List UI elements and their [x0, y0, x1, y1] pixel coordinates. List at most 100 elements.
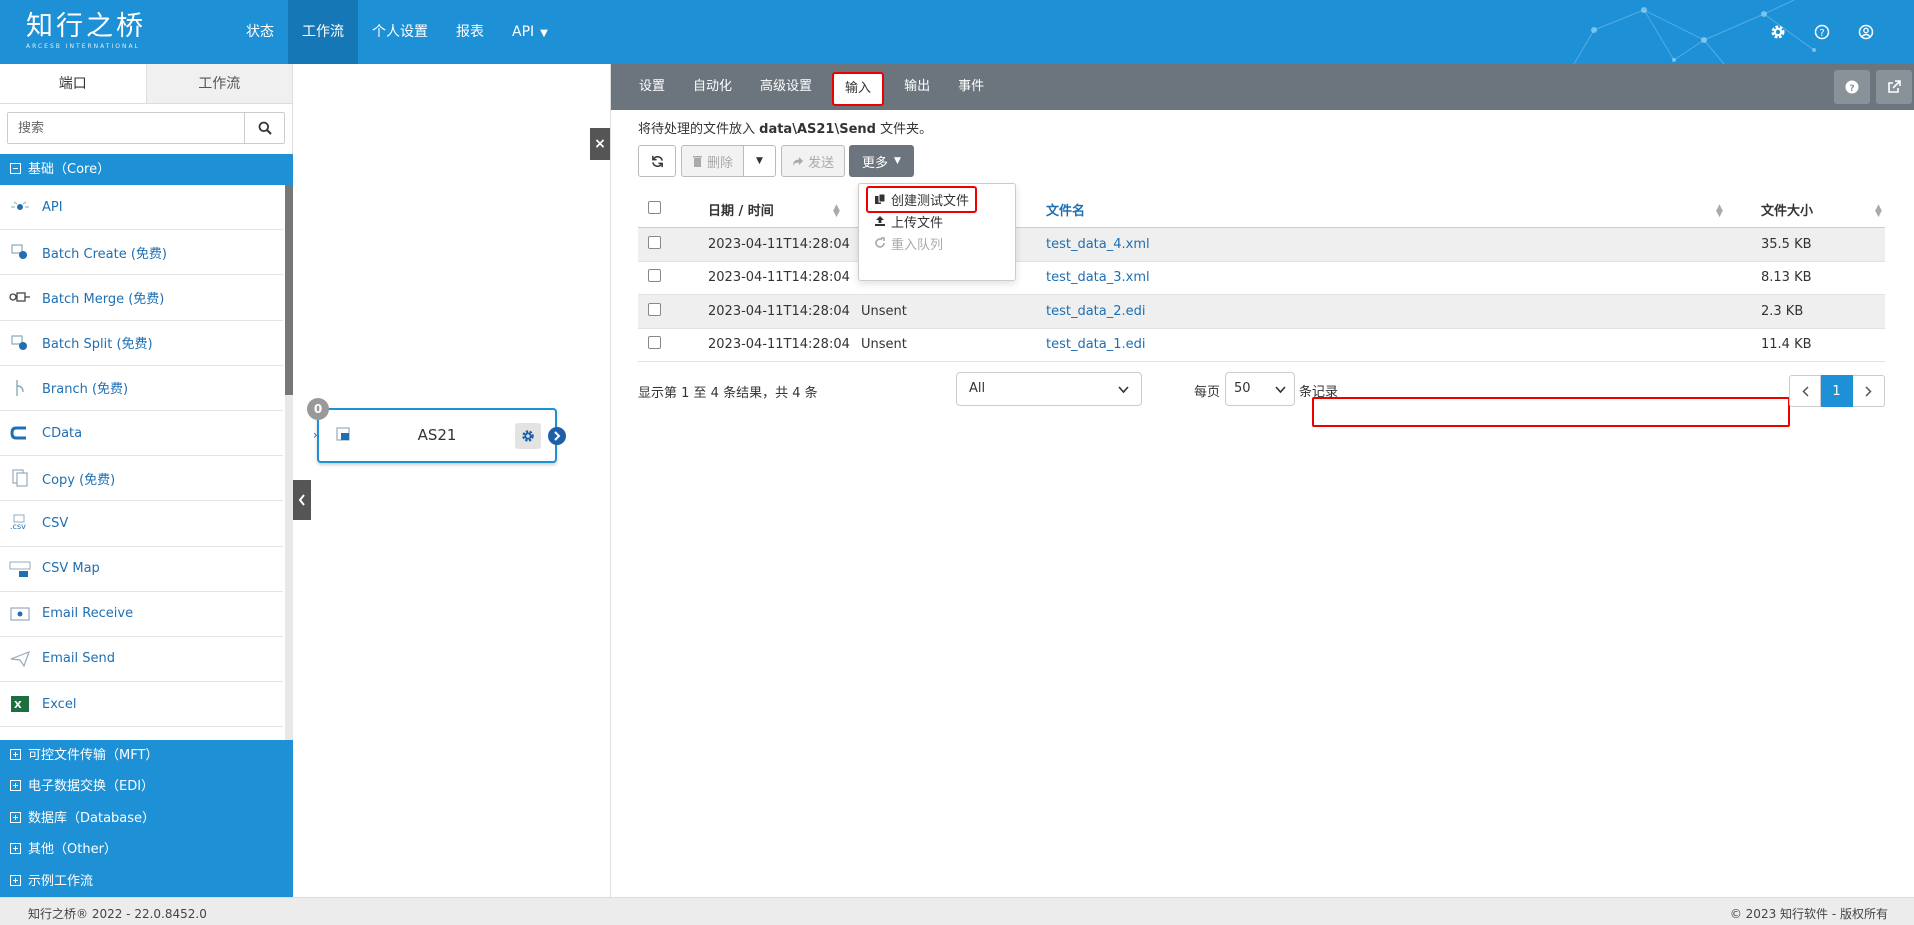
chevron-down-icon [1275, 386, 1286, 394]
svg-text:X: X [14, 700, 22, 711]
hint-path: data\AS21\Send [759, 122, 876, 137]
port-item-csv-map[interactable]: CSV Map [0, 547, 283, 592]
group-edi[interactable]: 电子数据交换（EDI） [0, 771, 293, 802]
expand-icon [10, 749, 21, 760]
tab-ports[interactable]: 端口 [0, 64, 147, 103]
port-item-branch[interactable]: Branch (免费) [0, 366, 283, 411]
tab-workflows[interactable]: 工作流 [146, 64, 292, 103]
node-settings-button[interactable] [515, 423, 541, 449]
row-filename-link[interactable]: test_data_4.xml [1046, 237, 1761, 252]
send-button[interactable]: 发送 [781, 145, 846, 177]
group-samples[interactable]: 示例工作流 [0, 866, 293, 897]
row-size: 2.3 KB [1761, 303, 1804, 319]
table-row[interactable]: 2023-04-11T14:28:04 Unsent test_data_3.x… [638, 262, 1885, 295]
table-row[interactable]: 2023-04-11T14:28:04 Unsent test_data_4.x… [638, 228, 1885, 262]
left-tabs: 端口 工作流 [0, 64, 292, 104]
header-filename[interactable]: 文件名 [1046, 200, 1761, 219]
nav-workflow[interactable]: 工作流 [288, 0, 358, 64]
close-settings-button[interactable]: × [590, 128, 610, 160]
port-item-copy[interactable]: Copy (免费) [0, 456, 283, 502]
port-item-batch-create[interactable]: Batch Create (免费) [0, 230, 283, 276]
batch-create-icon [8, 240, 32, 264]
help-icon: ? [1845, 80, 1859, 94]
nav-status[interactable]: 状态 [232, 0, 288, 64]
branch-icon [8, 376, 32, 400]
svg-text:?: ? [1819, 28, 1824, 39]
row-checkbox[interactable] [648, 336, 661, 350]
select-all-checkbox[interactable] [648, 201, 661, 214]
search-input[interactable] [8, 113, 244, 143]
tab-output[interactable]: 输出 [890, 64, 944, 110]
row-checkbox[interactable] [648, 269, 661, 283]
delete-button[interactable]: 删除 [681, 145, 745, 177]
delete-options-button[interactable]: ▼ [744, 145, 777, 177]
settings-tabs: 设置 自动化 高级设置 输入 输出 事件 ? [611, 64, 1914, 110]
menu-upload-file[interactable]: 上传文件 [859, 210, 1015, 232]
chevron-left-icon [1801, 385, 1809, 397]
status-filter-select[interactable]: All [956, 372, 1142, 406]
tab-input-label: 输入 [832, 72, 885, 106]
group-label: 其他（Other） [28, 842, 117, 858]
tab-advanced[interactable]: 高级设置 [746, 64, 826, 110]
row-checkbox[interactable] [648, 302, 661, 316]
menu-create-test-file[interactable]: 创建测试文件 [859, 185, 1015, 213]
brand-logo[interactable]: 知行之桥 ARCESB INTERNATIONAL [26, 12, 146, 51]
node-output-connector[interactable] [548, 427, 566, 445]
nav-reports[interactable]: 报表 [442, 0, 498, 64]
port-item-email-receive[interactable]: Email Receive [0, 592, 283, 637]
collapse-panel-button[interactable] [293, 480, 311, 520]
port-item-batch-split[interactable]: Batch Split (免费) [0, 321, 283, 366]
tab-automation[interactable]: 自动化 [679, 64, 746, 110]
prev-page-button[interactable] [1789, 375, 1821, 407]
copy-icon [8, 466, 32, 490]
next-page-button[interactable] [1853, 375, 1885, 407]
workflow-canvas[interactable]: × 0 › AS21 [293, 64, 611, 897]
tab-input[interactable]: 输入 [826, 64, 890, 110]
settings-panel: 设置 自动化 高级设置 输入 输出 事件 ? 将待处理的文件放入 data\AS… [611, 64, 1914, 897]
refresh-button[interactable] [638, 145, 676, 177]
port-item-excel[interactable]: X Excel [0, 682, 283, 728]
user-icon[interactable] [1854, 20, 1878, 44]
port-item-api[interactable]: API [0, 185, 283, 231]
scrollbar-thumb[interactable] [285, 185, 293, 395]
row-size: 8.13 KB [1761, 270, 1812, 286]
menu-requeue[interactable]: 重入队列 [859, 232, 1015, 254]
nav-profile[interactable]: 个人设置 [358, 0, 442, 64]
port-item-email-send[interactable]: Email Send [0, 637, 283, 683]
row-status: Unsent [861, 303, 907, 319]
row-filename-link[interactable]: test_data_1.edi [1046, 337, 1761, 352]
row-filename-link[interactable]: test_data_3.xml [1046, 270, 1761, 285]
gear-icon[interactable] [1766, 20, 1790, 44]
port-item-cdata[interactable]: CData [0, 411, 283, 457]
tab-events[interactable]: 事件 [944, 64, 998, 110]
group-database[interactable]: 数据库（Database） [0, 803, 293, 834]
file-toolbar: 删除 ▼ 发送 更多 ▼ [638, 145, 914, 177]
table-row[interactable]: 2023-04-11T14:28:04 Unsent test_data_2.e… [638, 295, 1885, 329]
api-icon [8, 195, 32, 219]
group-core[interactable]: 基础（Core） [0, 154, 293, 185]
nav-api[interactable]: API ▼ [498, 0, 562, 64]
port-list-scrollbar[interactable] [285, 185, 293, 740]
help-icon[interactable]: ? [1810, 20, 1834, 44]
port-item-batch-merge[interactable]: Batch Merge (免费) [0, 275, 283, 321]
row-filename-link[interactable]: test_data_2.edi [1046, 304, 1761, 319]
menu-label: 重入队列 [891, 237, 944, 253]
header-filesize[interactable]: 文件大小 [1761, 200, 1885, 219]
group-other[interactable]: 其他（Other） [0, 834, 293, 865]
group-mft[interactable]: 可控文件传输（MFT） [0, 740, 293, 771]
tab-settings[interactable]: 设置 [625, 64, 679, 110]
page-button-current[interactable]: 1 [1821, 375, 1853, 407]
more-button[interactable]: 更多 ▼ [849, 145, 914, 177]
search-button[interactable] [244, 113, 284, 143]
per-page-select[interactable]: 50 [1225, 372, 1295, 406]
row-checkbox[interactable] [648, 235, 661, 249]
trash-icon [693, 156, 702, 167]
as2-connector-node[interactable]: 0 › AS21 [307, 398, 566, 463]
table-row[interactable]: 2023-04-11T14:28:04 Unsent test_data_1.e… [638, 329, 1885, 362]
port-label: Excel [42, 696, 77, 712]
row-size: 35.5 KB [1761, 236, 1812, 252]
popout-button[interactable] [1876, 70, 1912, 104]
node-message-count: 0 [307, 398, 329, 420]
help-button[interactable]: ? [1834, 70, 1870, 104]
port-item-csv[interactable]: .csv CSV [0, 501, 283, 547]
